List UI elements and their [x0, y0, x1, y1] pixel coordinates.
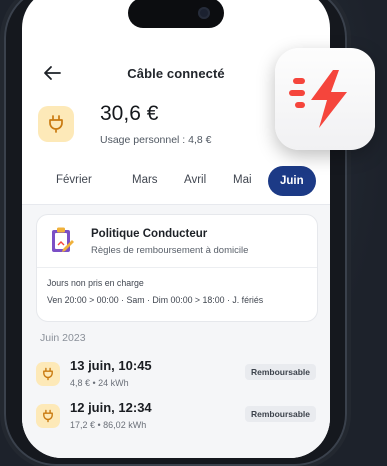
- tab-avril[interactable]: Avril: [184, 174, 206, 186]
- transaction-meta: 17,2 € • 86,02 kWh: [70, 420, 147, 430]
- policy-card[interactable]: Politique Conducteur Règles de rembourse…: [36, 214, 318, 322]
- amount: 30,6 €: [100, 102, 159, 125]
- excluded-days-label: Jours non pris en charge: [47, 278, 144, 288]
- transaction-meta: 4,8 € • 24 kWh: [70, 378, 129, 388]
- status-badge: Remboursable: [244, 364, 316, 380]
- transaction-date: 12 juin, 12:34: [70, 400, 152, 415]
- app-logo: [275, 48, 375, 150]
- lightning-logo-icon: [289, 70, 347, 128]
- excluded-days-detail: Ven 20:00 > 00:00 · Sam · Dim 00:00 > 18…: [47, 295, 264, 305]
- clipboard-icon: [47, 225, 77, 255]
- tab-mars[interactable]: Mars: [132, 174, 158, 186]
- plug-icon: [36, 362, 60, 386]
- tab-fevrier[interactable]: Février: [56, 174, 92, 186]
- status-badge: Remboursable: [244, 406, 316, 422]
- section-title: Juin 2023: [40, 332, 86, 344]
- transaction-row[interactable]: 12 juin, 12:34 17,2 € • 86,02 kWh Rembou…: [36, 400, 316, 440]
- divider: [37, 267, 317, 268]
- personal-usage: Usage personnel : 4,8 €: [100, 134, 212, 146]
- plug-icon: [36, 404, 60, 428]
- policy-title: Politique Conducteur: [91, 228, 208, 240]
- transaction-date: 13 juin, 10:45: [70, 358, 152, 373]
- plug-icon: [38, 106, 74, 142]
- transaction-row[interactable]: 13 juin, 10:45 4,8 € • 24 kWh Remboursab…: [36, 358, 316, 398]
- dynamic-island: [128, 0, 224, 28]
- tab-mai[interactable]: Mai: [233, 174, 252, 186]
- policy-subtitle: Règles de remboursement à domicile: [91, 245, 249, 256]
- tab-juin[interactable]: Juin: [268, 166, 316, 196]
- month-tabs: ier Février Mars Avril Mai Juin: [22, 164, 330, 200]
- camera-icon: [198, 7, 210, 19]
